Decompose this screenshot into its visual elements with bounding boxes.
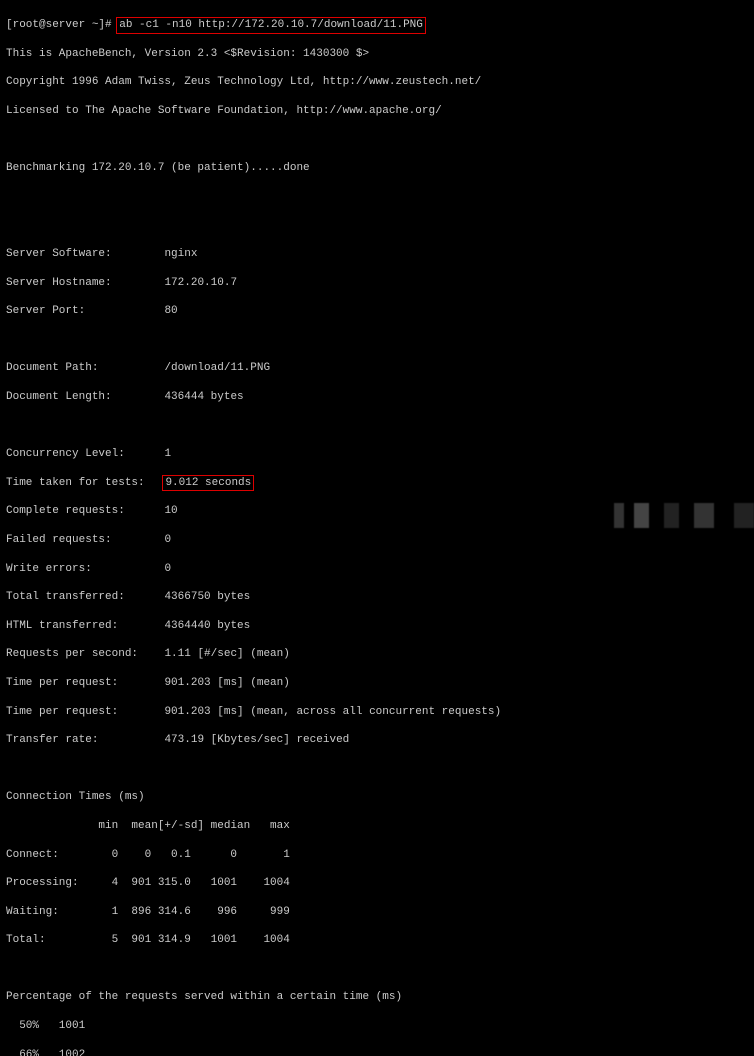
server-port-label: Server Port: bbox=[6, 305, 164, 317]
server-hostname-label: Server Hostname: bbox=[6, 277, 164, 289]
write-errors-label: Write errors: bbox=[6, 563, 164, 575]
total-transferred-label: Total transferred: bbox=[6, 591, 164, 603]
concurrency-label: Concurrency Level: bbox=[6, 448, 164, 460]
apachebench-version: This is ApacheBench, Version 2.3 <$Revis… bbox=[6, 47, 748, 61]
html-transferred-value: 4364440 bytes bbox=[164, 620, 250, 632]
license-line: Licensed to The Apache Software Foundati… bbox=[6, 104, 748, 118]
percentage-header: Percentage of the requests served within… bbox=[6, 990, 748, 1004]
copyright-line: Copyright 1996 Adam Twiss, Zeus Technolo… bbox=[6, 75, 748, 89]
transfer-rate-label: Transfer rate: bbox=[6, 734, 164, 746]
connection-times-header: Connection Times (ms) bbox=[6, 790, 748, 804]
time-per-request2-label: Time per request: bbox=[6, 706, 164, 718]
command-highlight: ab -c1 -n10 http://172.20.10.7/download/… bbox=[116, 17, 426, 33]
failed-requests-value: 0 bbox=[164, 534, 171, 546]
failed-requests-label: Failed requests: bbox=[6, 534, 164, 546]
time-taken-highlight: 9.012 seconds bbox=[162, 475, 254, 491]
complete-requests-value: 10 bbox=[164, 505, 177, 517]
shell-prompt: [root@server ~]# bbox=[6, 19, 118, 31]
command-text: ab -c1 -n10 http://172.20.10.7/download/… bbox=[119, 19, 423, 31]
document-length-value: 436444 bytes bbox=[164, 391, 243, 403]
total-transferred-value: 4366750 bytes bbox=[164, 591, 250, 603]
html-transferred-label: HTML transferred: bbox=[6, 620, 164, 632]
time-taken-label: Time taken for tests: bbox=[6, 477, 164, 489]
server-software-label: Server Software: bbox=[6, 248, 164, 260]
server-hostname-value: 172.20.10.7 bbox=[164, 277, 237, 289]
pct50: 50% 1001 bbox=[6, 1019, 748, 1033]
total-row: Total: 5 901 314.9 1001 1004 bbox=[6, 933, 748, 947]
connect-row: Connect: 0 0 0.1 0 1 bbox=[6, 848, 748, 862]
server-software-value: nginx bbox=[164, 248, 197, 260]
requests-per-second-label: Requests per second: bbox=[6, 648, 164, 660]
connection-times-columns: min mean[+/-sd] median max bbox=[6, 819, 748, 833]
time-taken-value: 9.012 seconds bbox=[165, 477, 251, 489]
waiting-row: Waiting: 1 896 314.6 996 999 bbox=[6, 905, 748, 919]
document-length-label: Document Length: bbox=[6, 391, 164, 403]
pct66: 66% 1002 bbox=[6, 1048, 748, 1056]
requests-per-second-value: 1.11 [#/sec] (mean) bbox=[164, 648, 289, 660]
complete-requests-label: Complete requests: bbox=[6, 505, 164, 517]
pixelated-artifact bbox=[604, 503, 754, 528]
concurrency-value: 1 bbox=[164, 448, 171, 460]
time-per-request1-label: Time per request: bbox=[6, 677, 164, 689]
processing-row: Processing: 4 901 315.0 1001 1004 bbox=[6, 876, 748, 890]
time-per-request2-value: 901.203 [ms] (mean, across all concurren… bbox=[164, 706, 501, 718]
write-errors-value: 0 bbox=[164, 563, 171, 575]
document-path-value: /download/11.PNG bbox=[164, 362, 270, 374]
document-path-label: Document Path: bbox=[6, 362, 164, 374]
time-per-request1-value: 901.203 [ms] (mean) bbox=[164, 677, 289, 689]
server-port-value: 80 bbox=[164, 305, 177, 317]
transfer-rate-value: 473.19 [Kbytes/sec] received bbox=[164, 734, 349, 746]
terminal-output: [root@server ~]# ab -c1 -n10 http://172.… bbox=[0, 0, 754, 1056]
benchmark-status: Benchmarking 172.20.10.7 (be patient)...… bbox=[6, 161, 748, 175]
